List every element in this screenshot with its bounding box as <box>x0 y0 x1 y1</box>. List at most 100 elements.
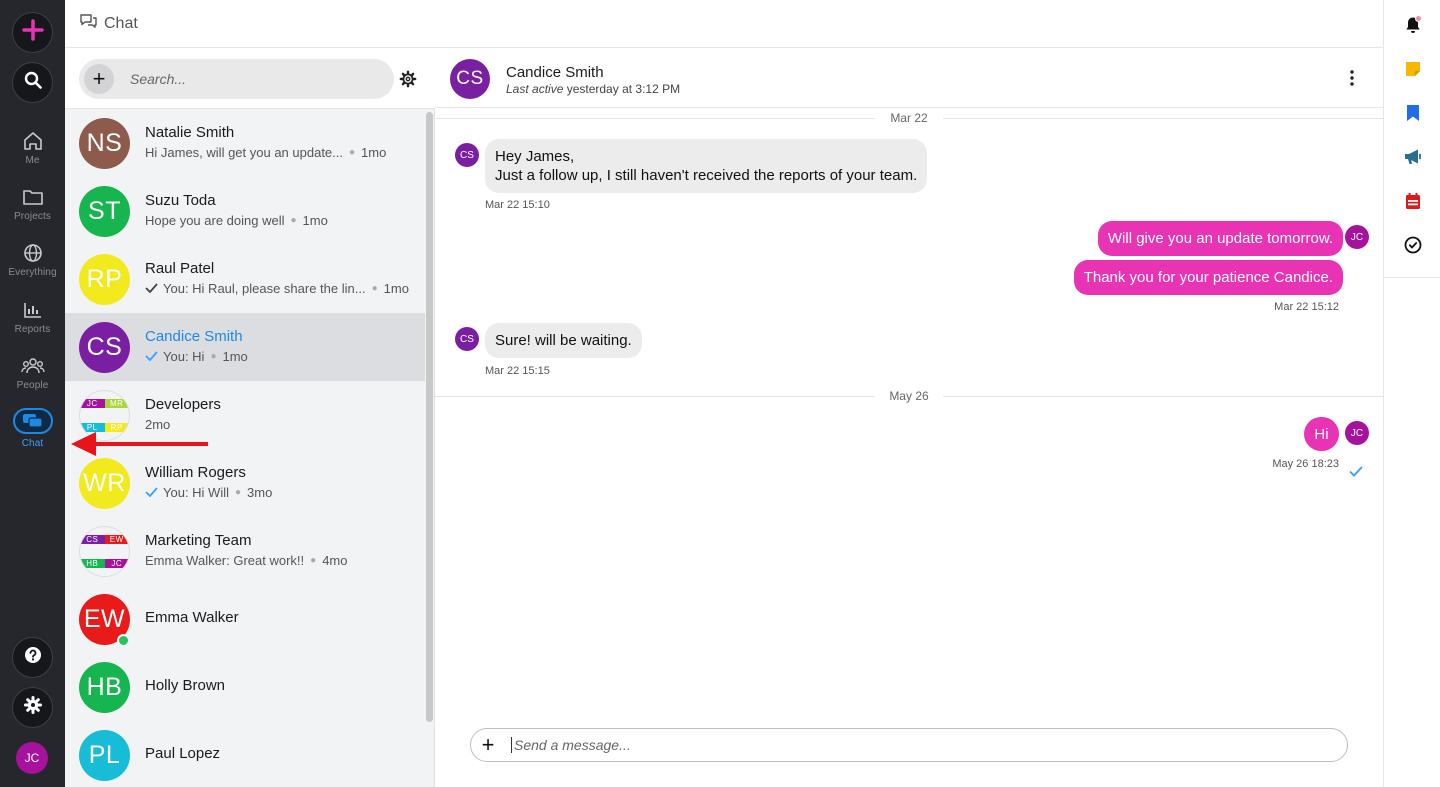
announcements-button[interactable] <box>1401 147 1425 171</box>
group-member-initials: JC <box>80 398 105 408</box>
more-options-icon[interactable] <box>1349 70 1355 91</box>
conversation-item-william-rogers[interactable]: WR William Rogers You: Hi Will ● 3mo <box>65 449 425 517</box>
rail-label: Reports <box>14 324 51 335</box>
rail-item-projects[interactable]: Projects <box>0 179 65 233</box>
group-member-initials: EW <box>104 534 129 544</box>
group-member-initials: MR <box>104 398 129 408</box>
search-input[interactable] <box>130 71 370 87</box>
group-member-initials: CS <box>80 534 105 544</box>
date-separator: May 26 <box>435 386 1383 406</box>
attach-button[interactable]: + <box>473 730 503 760</box>
outgoing-message[interactable]: Will give you an update tomorrow. <box>1097 221 1343 256</box>
global-search-button[interactable] <box>12 62 53 103</box>
incoming-message[interactable]: Hey James, Just a follow up, I still hav… <box>485 139 928 193</box>
people-icon <box>20 356 45 376</box>
new-chat-button[interactable]: + <box>84 64 114 94</box>
rail-item-chat[interactable]: Chat <box>0 400 65 454</box>
last-message: You: Hi Raul, please share the lin... <box>163 281 366 296</box>
rail-item-everything[interactable]: Everything <box>0 235 65 289</box>
rail-item-people[interactable]: People <box>0 348 65 402</box>
read-check-icon <box>145 349 158 364</box>
read-check-icon <box>145 485 158 500</box>
calendar-icon <box>1405 192 1421 215</box>
conversation-name: William Rogers <box>145 464 246 481</box>
message-timestamp: Mar 22 15:12 <box>1274 301 1339 313</box>
conversation-item-emma-walker[interactable]: EW Emma Walker <box>65 585 425 653</box>
last-message-time: 1mo <box>222 349 248 364</box>
calendar-button[interactable] <box>1401 191 1425 215</box>
conversation-name: Suzu Toda <box>145 192 216 209</box>
conversation-item-candice-smith[interactable]: CS Candice Smith You: Hi ● 1mo <box>65 313 425 381</box>
megaphone-icon <box>1403 148 1423 171</box>
last-message: You: Hi <box>163 349 205 364</box>
sent-check-icon <box>145 281 158 296</box>
contact-name: Candice Smith <box>506 64 604 81</box>
notifications-button[interactable] <box>1401 14 1425 39</box>
annotation-arrow-icon <box>70 430 212 458</box>
search-box: + <box>79 59 394 99</box>
conversation-name: Natalie Smith <box>145 124 235 141</box>
settings-button[interactable] <box>12 687 53 728</box>
last-message-time: 4mo <box>322 553 348 568</box>
rail-item-me[interactable]: Me <box>0 123 65 177</box>
conversation-item-suzu-toda[interactable]: ST Suzu Toda Hope you are doing well ● 1mo <box>65 177 425 245</box>
folder-icon <box>22 187 44 207</box>
conversation-name: Holly Brown <box>145 677 226 694</box>
message-input[interactable] <box>511 737 1311 753</box>
last-message: Hope you are doing well <box>145 213 285 228</box>
outgoing-message[interactable]: Thank you for your patience Candice. <box>1073 260 1343 295</box>
chat-settings-gear-icon[interactable] <box>399 70 417 93</box>
search-row: + <box>65 48 435 109</box>
conversation-name: Paul Lopez <box>145 745 221 762</box>
conversation-item-holly-brown[interactable]: HB Holly Brown <box>65 653 425 721</box>
conversation-preview: Hi James, will get you an update... ● 1mo <box>145 145 386 160</box>
conversation-item-natalie-smith[interactable]: NS Natalie Smith Hi James, will get you … <box>65 109 425 177</box>
conversation-preview: You: Hi Will ● 3mo <box>145 485 272 500</box>
conversation-name: Emma Walker <box>145 609 239 626</box>
rail-label: People <box>16 380 49 391</box>
bookmarks-button[interactable] <box>1401 103 1425 127</box>
conversation-item-raul-patel[interactable]: RP Raul Patel You: Hi Raul, please share… <box>65 245 425 313</box>
outgoing-message[interactable]: Hi <box>1304 417 1339 451</box>
incoming-message[interactable]: Sure! will be waiting. <box>485 323 642 358</box>
chat-bubbles-icon <box>79 13 98 34</box>
page-title: Chat <box>104 14 138 32</box>
rail-item-reports[interactable]: Reports <box>0 292 65 346</box>
message-timestamp: May 26 18:23 <box>1272 458 1339 470</box>
right-tools-rail <box>1383 0 1440 787</box>
message-composer: + <box>470 728 1348 762</box>
read-check-icon <box>1349 464 1363 482</box>
last-active-status: Last active yesterday at 3:12 PM <box>506 82 681 96</box>
avatar: NS <box>79 118 130 169</box>
conversation-list-scrollbar[interactable] <box>426 112 433 722</box>
right-rail-divider <box>1384 277 1440 278</box>
create-button[interactable] <box>12 12 53 53</box>
conversation-item-marketing-team[interactable]: CS EW HB JC Marketing Team Emma Walker: … <box>65 517 425 585</box>
current-user-avatar[interactable]: JC <box>16 742 48 774</box>
help-button[interactable] <box>12 637 53 678</box>
conversation-name: Marketing Team <box>145 532 252 549</box>
conversation-name: Developers <box>145 396 221 413</box>
conversation-item-paul-lopez[interactable]: PL Paul Lopez <box>65 721 425 787</box>
group-avatar: CS EW HB JC <box>79 526 130 577</box>
sticky-notes-button[interactable] <box>1401 59 1425 83</box>
last-message: You: Hi Will <box>163 485 229 500</box>
rail-label: Chat <box>21 438 44 449</box>
bookmark-icon <box>1406 104 1420 127</box>
message-timestamp: Mar 22 15:15 <box>485 365 550 377</box>
avatar: ST <box>79 186 130 237</box>
app-topbar: Chat <box>65 0 1383 48</box>
last-message-time: 1mo <box>361 145 387 160</box>
avatar: CS <box>79 322 130 373</box>
my-avatar: JC <box>1345 225 1369 249</box>
separator-dot: ● <box>234 487 242 498</box>
plus-icon: + <box>92 66 106 91</box>
timer-button[interactable] <box>1401 235 1425 259</box>
contact-avatar[interactable]: CS <box>450 59 490 99</box>
rail-label: Everything <box>8 267 57 278</box>
separator-dot: ● <box>210 351 217 362</box>
separator-dot: ● <box>310 555 317 566</box>
gear-icon <box>23 696 42 719</box>
conversation-preview: Hope you are doing well ● 1mo <box>145 213 328 228</box>
conversation-name: Raul Patel <box>145 260 215 277</box>
